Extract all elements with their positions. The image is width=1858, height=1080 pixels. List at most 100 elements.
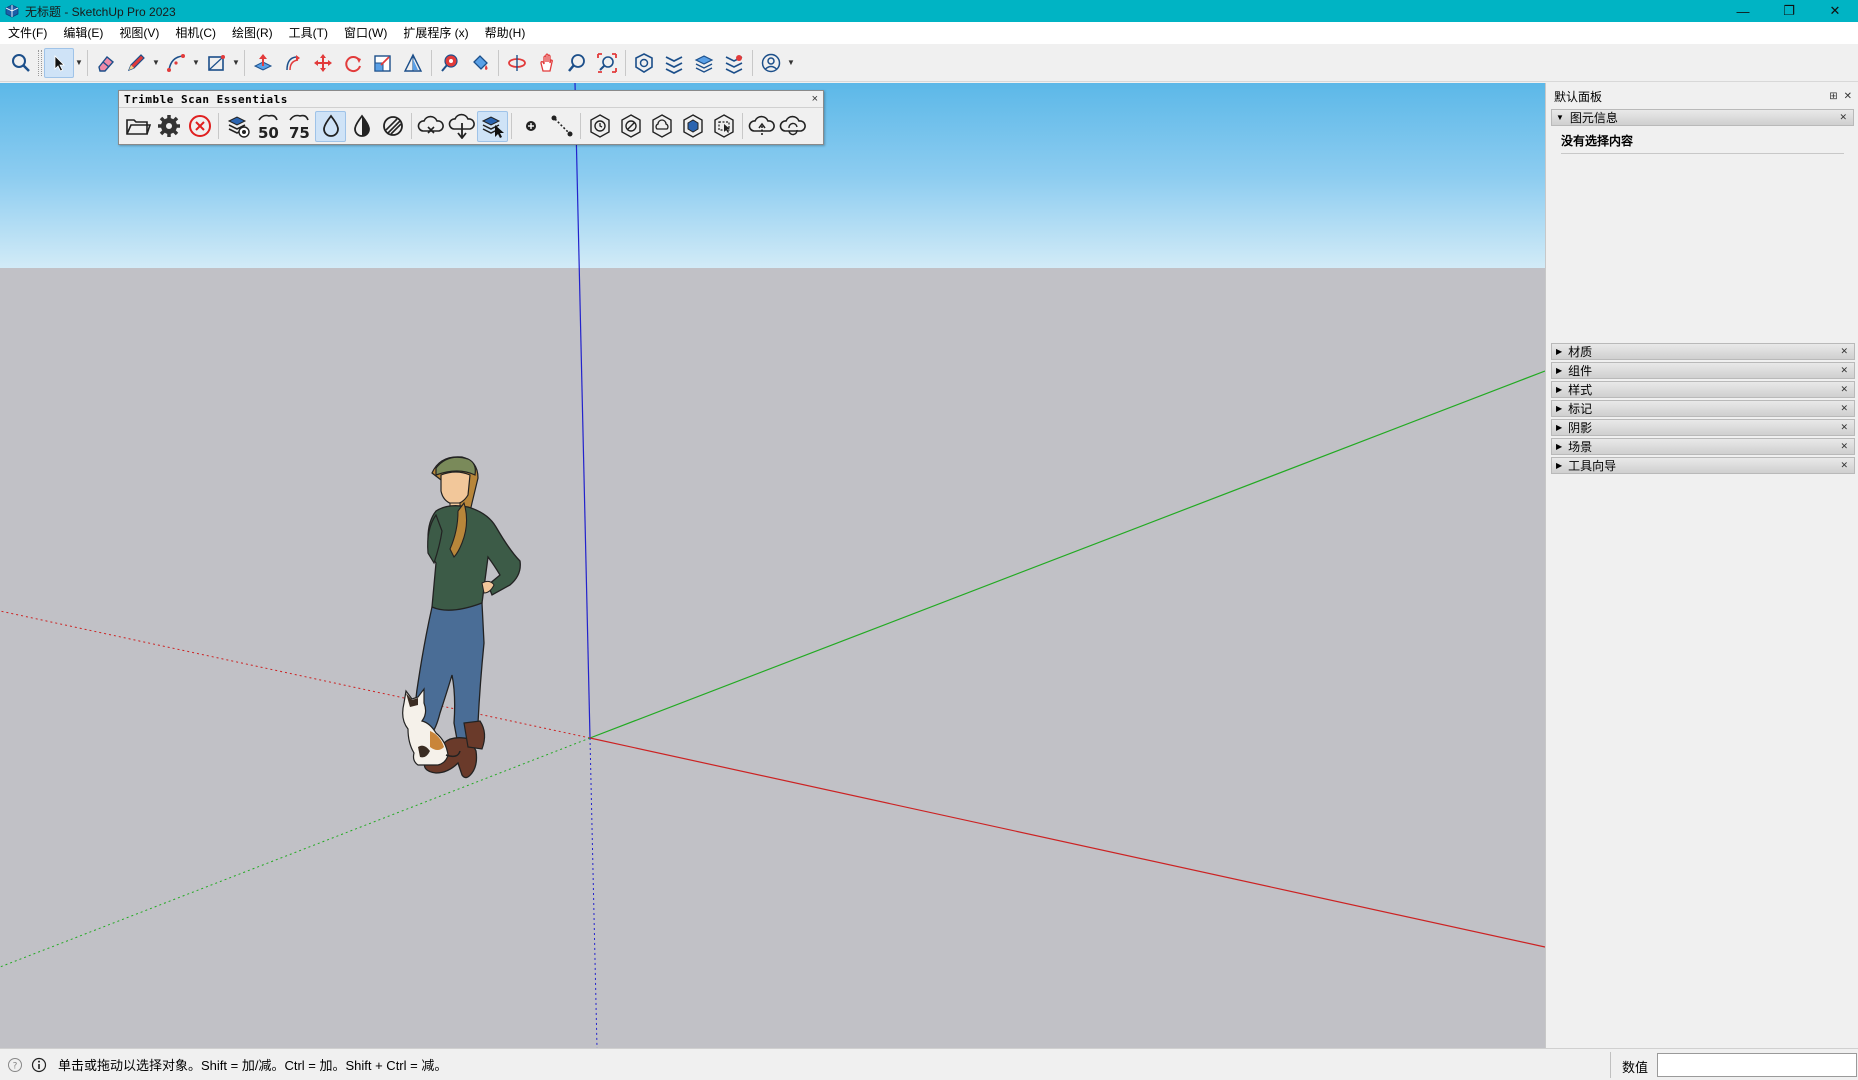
offset-icon[interactable] bbox=[398, 48, 428, 78]
menu-tools[interactable]: 工具(T) bbox=[281, 22, 336, 44]
eraser-icon[interactable] bbox=[91, 48, 121, 78]
menu-window[interactable]: 窗口(W) bbox=[336, 22, 395, 44]
hex-history-icon[interactable] bbox=[584, 111, 615, 142]
close-icon[interactable]: ✕ bbox=[1839, 112, 1847, 123]
toolbar-title-bar[interactable]: Trimble Scan Essentials × bbox=[119, 91, 823, 108]
toolbar-grip[interactable] bbox=[38, 49, 42, 76]
close-icon[interactable]: ✕ bbox=[1840, 403, 1848, 414]
cloud-download-icon[interactable] bbox=[446, 111, 477, 142]
toolbar-separator bbox=[580, 113, 581, 139]
sketchup-app-icon bbox=[5, 4, 19, 18]
menu-help[interactable]: 帮助(H) bbox=[477, 22, 534, 44]
menu-camera[interactable]: 相机(C) bbox=[167, 22, 224, 44]
striped-circle-icon[interactable] bbox=[377, 111, 408, 142]
rectangle-icon[interactable] bbox=[201, 48, 231, 78]
density-50-icon[interactable]: 50 bbox=[253, 111, 284, 142]
account-dropdown-chevron-icon[interactable]: ▼ bbox=[786, 48, 796, 78]
x-axis-negative bbox=[0, 610, 591, 739]
close-icon[interactable]: ✕ bbox=[1840, 441, 1848, 452]
select-icon[interactable] bbox=[44, 47, 74, 78]
extension-warehouse-icon[interactable] bbox=[659, 48, 689, 78]
toolbar-separator bbox=[218, 113, 219, 139]
tray-instructor[interactable]: ▶ 工具向导 ✕ bbox=[1551, 457, 1855, 474]
close-icon[interactable]: ✕ bbox=[1840, 384, 1848, 395]
tray-components[interactable]: ▶ 组件 ✕ bbox=[1551, 362, 1855, 379]
info-icon[interactable] bbox=[30, 1056, 48, 1074]
hex-select-icon[interactable] bbox=[708, 111, 739, 142]
hex-cloud-icon[interactable] bbox=[646, 111, 677, 142]
cloud-remove-icon[interactable] bbox=[415, 111, 446, 142]
close-icon[interactable]: ✕ bbox=[1840, 365, 1848, 376]
menu-bar: 文件(F) 编辑(E) 视图(V) 相机(C) 绘图(R) 工具(T) 窗口(W… bbox=[0, 22, 1858, 44]
layer-select-icon[interactable] bbox=[477, 110, 508, 142]
tray-entity-info[interactable]: ▼ 图元信息 ✕ bbox=[1551, 109, 1854, 126]
line-dropdown-chevron-icon[interactable]: ▼ bbox=[151, 48, 161, 78]
cancel-circle-icon[interactable] bbox=[184, 111, 215, 142]
menu-file[interactable]: 文件(F) bbox=[0, 22, 55, 44]
account-icon[interactable] bbox=[756, 48, 786, 78]
paint-bucket-icon[interactable] bbox=[465, 48, 495, 78]
cloud-sync-icon[interactable] bbox=[777, 111, 808, 142]
toolbar-separator bbox=[625, 49, 626, 76]
collapsed-triangle-icon: ▶ bbox=[1556, 442, 1563, 451]
zoom-icon[interactable] bbox=[562, 48, 592, 78]
point-cloud-layers-icon[interactable] bbox=[222, 111, 253, 142]
tray-label: 材质 bbox=[1568, 345, 1593, 359]
menu-view[interactable]: 视图(V) bbox=[111, 22, 167, 44]
drawing-axes bbox=[0, 83, 1545, 1048]
close-icon[interactable]: ✕ bbox=[1844, 91, 1852, 102]
contrast-icon[interactable] bbox=[346, 111, 377, 142]
geolocation-icon[interactable]: ? bbox=[6, 1056, 24, 1074]
push-pull-icon[interactable] bbox=[248, 48, 278, 78]
tray-shadows[interactable]: ▶ 阴影 ✕ bbox=[1551, 419, 1855, 436]
pencil-icon[interactable] bbox=[121, 48, 151, 78]
menu-extensions[interactable]: 扩展程序 (x) bbox=[395, 22, 476, 44]
measurements-input[interactable] bbox=[1657, 1053, 1857, 1077]
move-icon[interactable] bbox=[308, 48, 338, 78]
entity-info-body: 没有选择内容 bbox=[1551, 126, 1854, 340]
pan-icon[interactable] bbox=[532, 48, 562, 78]
close-button[interactable]: ✕ bbox=[1812, 0, 1858, 22]
orbit-icon[interactable] bbox=[502, 48, 532, 78]
cloud-upload-icon[interactable] bbox=[746, 111, 777, 142]
tray-tags[interactable]: ▶ 标记 ✕ bbox=[1551, 400, 1855, 417]
scale-icon[interactable] bbox=[368, 48, 398, 78]
trimble-tools-row: 50 75 bbox=[119, 108, 823, 144]
minimize-button[interactable]: — bbox=[1720, 0, 1766, 22]
add-point-icon[interactable] bbox=[515, 111, 546, 142]
arc-dropdown-chevron-icon[interactable]: ▼ bbox=[191, 48, 201, 78]
layout-icon[interactable] bbox=[689, 48, 719, 78]
warehouse-icon[interactable] bbox=[629, 48, 659, 78]
no-selection-text: 没有选择内容 bbox=[1561, 132, 1844, 154]
tray-scenes[interactable]: ▶ 场景 ✕ bbox=[1551, 438, 1855, 455]
shape-dropdown-chevron-icon[interactable]: ▼ bbox=[231, 48, 241, 78]
settings-gear-icon[interactable] bbox=[153, 111, 184, 142]
color-drop-icon[interactable] bbox=[315, 110, 346, 142]
rotate-icon[interactable] bbox=[338, 48, 368, 78]
pin-icon[interactable]: ⊞ bbox=[1829, 91, 1837, 102]
follow-me-icon[interactable] bbox=[278, 48, 308, 78]
arc-icon[interactable] bbox=[161, 48, 191, 78]
menu-draw[interactable]: 绘图(R) bbox=[224, 22, 281, 44]
close-icon[interactable]: ✕ bbox=[1840, 422, 1848, 433]
search-icon[interactable] bbox=[6, 48, 36, 78]
menu-edit[interactable]: 编辑(E) bbox=[55, 22, 111, 44]
hex-cube-icon[interactable] bbox=[677, 111, 708, 142]
close-icon[interactable]: ✕ bbox=[1840, 346, 1848, 357]
density-75-icon[interactable]: 75 bbox=[284, 111, 315, 142]
open-folder-icon[interactable] bbox=[122, 111, 153, 142]
collapsed-triangle-icon: ▶ bbox=[1556, 423, 1563, 432]
close-icon[interactable]: ✕ bbox=[1840, 460, 1848, 471]
model-viewport[interactable] bbox=[0, 83, 1545, 1048]
tray-styles[interactable]: ▶ 样式 ✕ bbox=[1551, 381, 1855, 398]
extension-manager-icon[interactable] bbox=[719, 48, 749, 78]
select-dropdown-chevron-icon[interactable]: ▼ bbox=[74, 48, 84, 78]
hex-disable-icon[interactable] bbox=[615, 111, 646, 142]
restore-button[interactable]: ❐ bbox=[1766, 0, 1812, 22]
tray-materials[interactable]: ▶ 材质 ✕ bbox=[1551, 343, 1855, 360]
measure-line-icon[interactable] bbox=[546, 111, 577, 142]
close-icon[interactable]: × bbox=[812, 93, 818, 105]
zoom-extents-icon[interactable] bbox=[592, 48, 622, 78]
tape-measure-icon[interactable] bbox=[435, 48, 465, 78]
collapsed-triangle-icon: ▶ bbox=[1556, 347, 1563, 356]
